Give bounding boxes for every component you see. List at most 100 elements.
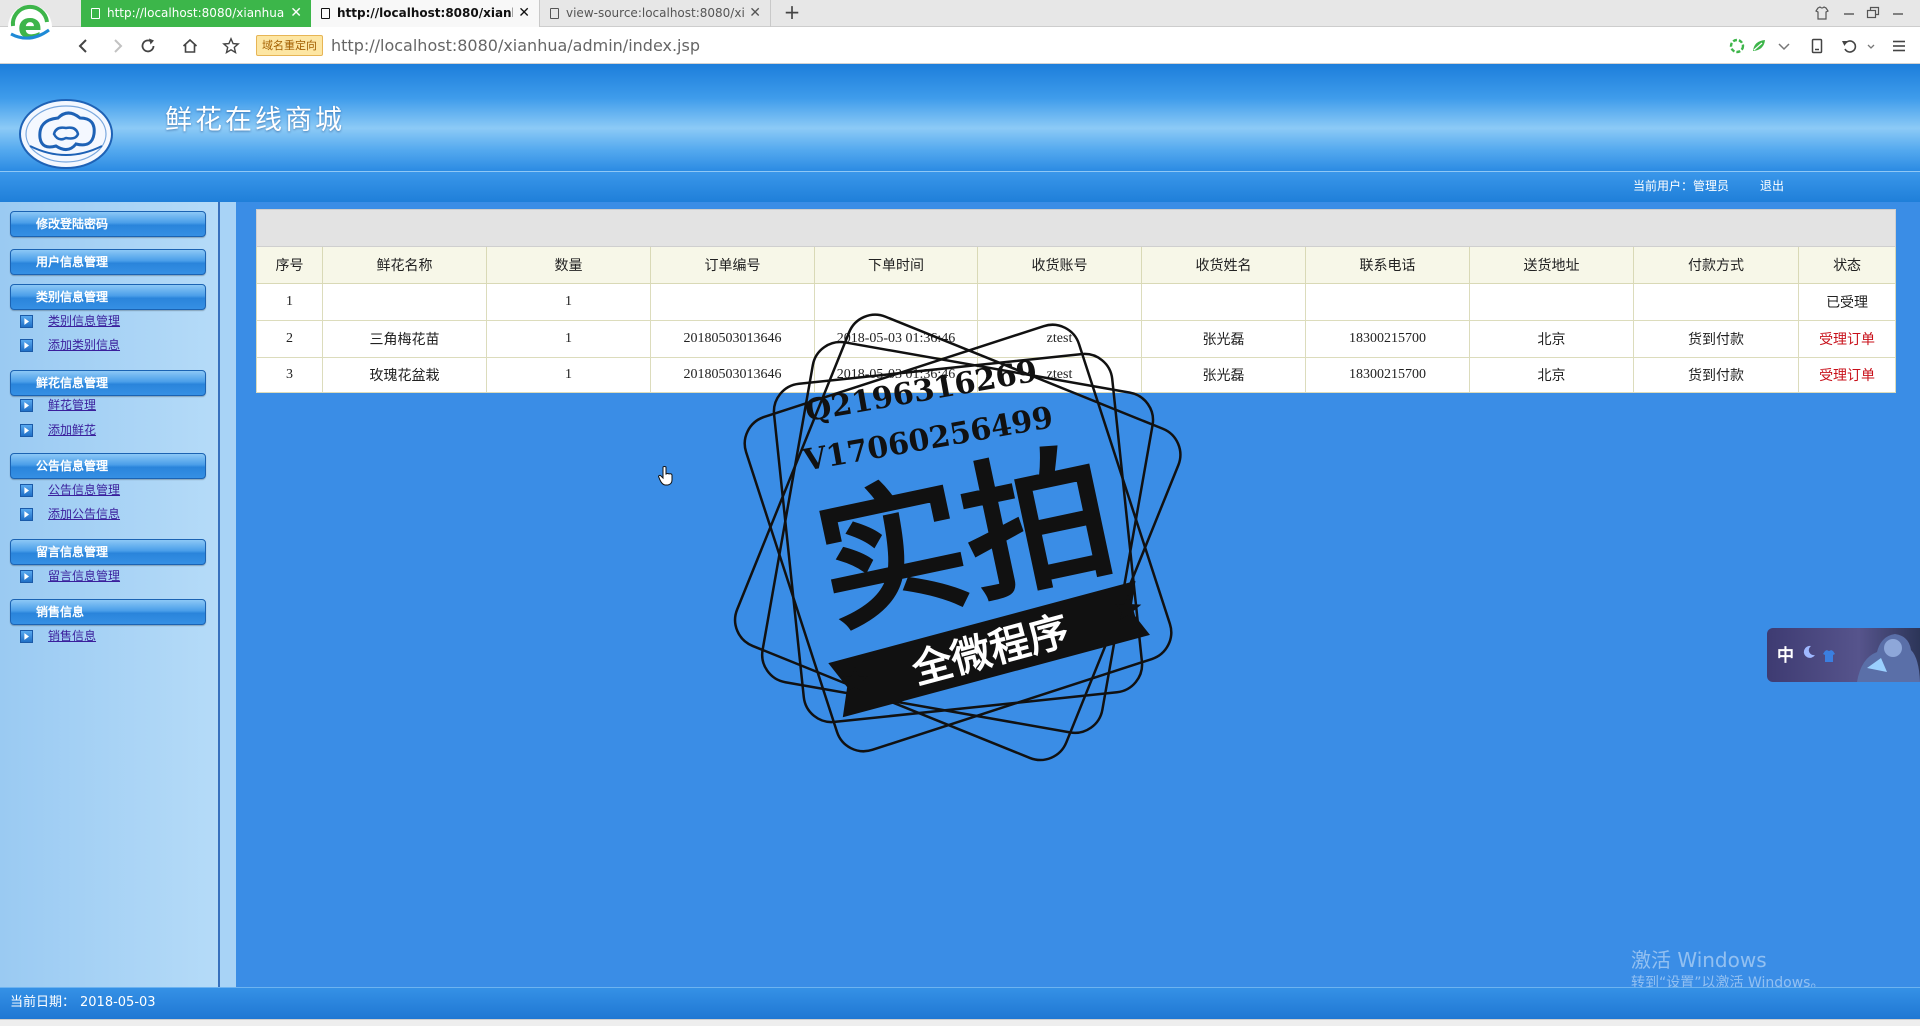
column-header: 付款方式 — [1633, 246, 1799, 284]
browser-address-bar: 域名重定向 http://localhost:8080/xianhua/admi… — [0, 27, 1920, 64]
current-date-label: 当前日期： — [10, 995, 76, 1010]
cell-address — [1469, 283, 1634, 321]
nav-item-label[interactable]: 鲜花管理 — [48, 394, 96, 416]
nav-group-flower-management[interactable]: 鲜花信息管理 — [10, 370, 206, 396]
cell-quantity: 1 — [486, 357, 651, 393]
nav-group-notice-management[interactable]: 公告信息管理 — [10, 453, 206, 479]
cell-quantity: 1 — [486, 283, 651, 321]
cell-phone — [1305, 283, 1470, 321]
nav-item-message-list[interactable]: 留言信息管理 — [0, 565, 218, 587]
user-status-bar: 当前用户：管理员 退出 — [0, 171, 1920, 202]
nav-item-label[interactable]: 添加公告信息 — [48, 503, 120, 525]
logout-link[interactable]: 退出 — [1760, 172, 1784, 201]
undo-menu-chevron-icon[interactable] — [1862, 37, 1880, 55]
url-input[interactable]: http://localhost:8080/xianhua/admin/inde… — [331, 27, 700, 64]
nav-item-label[interactable]: 公告信息管理 — [48, 479, 120, 501]
nav-item-label[interactable]: 添加类别信息 — [48, 334, 120, 356]
nav-item-notice-list[interactable]: 公告信息管理 — [0, 479, 218, 501]
tab-title: http://localhost:8080/xianh — [337, 6, 513, 20]
ime-mode-toggle[interactable]: 中 — [1777, 641, 1794, 666]
site-header: 鲜花在线商城 — [0, 64, 1920, 171]
nav-item-flower-add[interactable]: 添加鲜花 — [0, 419, 218, 441]
nav-item-notice-add[interactable]: 添加公告信息 — [0, 503, 218, 525]
hand-cursor-icon — [657, 466, 673, 486]
chevron-down-icon[interactable] — [1775, 37, 1793, 55]
nav-item-category-list[interactable]: 类别信息管理 — [0, 310, 218, 332]
nav-group-user-management[interactable]: 用户信息管理 — [10, 249, 206, 275]
column-header: 联系电话 — [1305, 246, 1470, 284]
nav-item-sales-info[interactable]: 销售信息 — [0, 625, 218, 647]
cell-flower-name: 玫瑰花盆栽 — [322, 357, 487, 393]
cell-index: 1 — [256, 283, 323, 321]
security-icon[interactable] — [1728, 37, 1746, 55]
menu-icon[interactable] — [1890, 37, 1908, 55]
page-icon — [550, 8, 559, 19]
page-icon — [321, 8, 330, 19]
redirect-badge[interactable]: 域名重定向 — [256, 35, 323, 56]
column-header: 序号 — [256, 246, 323, 284]
forward-icon[interactable] — [108, 37, 126, 55]
nav-group-category-management[interactable]: 类别信息管理 — [10, 284, 206, 310]
skin-icon[interactable] — [1813, 4, 1831, 22]
nav-group-message-management[interactable]: 留言信息管理 — [10, 539, 206, 565]
minimize-icon[interactable] — [1840, 4, 1858, 22]
column-header: 下单时间 — [814, 246, 978, 284]
arrow-bullet-icon — [20, 570, 33, 583]
cell-phone: 18300215700 — [1305, 357, 1470, 393]
bookmark-icon[interactable] — [1808, 37, 1826, 55]
nav-item-flower-list[interactable]: 鲜花管理 — [0, 394, 218, 416]
home-icon[interactable] — [181, 37, 199, 55]
restore-icon[interactable] — [1864, 4, 1882, 22]
windows-activation-title: 激活 Windows — [1631, 948, 1767, 972]
undo-icon[interactable] — [1840, 37, 1858, 55]
browser-tab-3[interactable]: view-source:localhost:8080/xi ✕ — [540, 0, 771, 27]
sidebar-splitter[interactable] — [218, 202, 236, 987]
table-header-row: 序号 鲜花名称 数量 订单编号 下单时间 收货账号 收货姓名 联系电话 送货地址… — [256, 246, 1897, 284]
accept-order-link[interactable]: 受理订单 — [1797, 357, 1897, 393]
browser-tab-2[interactable]: http://localhost:8080/xianh ✕ — [311, 0, 540, 27]
cell-flower-name: 三角梅花苗 — [322, 320, 487, 358]
tab-close-icon[interactable]: ✕ — [518, 0, 530, 27]
skin-icon[interactable] — [1821, 648, 1837, 664]
column-header: 收货姓名 — [1141, 246, 1306, 284]
nav-item-label[interactable]: 留言信息管理 — [48, 565, 120, 587]
nav-item-label[interactable]: 添加鲜花 — [48, 419, 96, 441]
arrow-bullet-icon — [20, 484, 33, 497]
moon-icon[interactable] — [1801, 644, 1817, 660]
ime-skin-character-image — [1857, 634, 1920, 682]
cell-flower-name — [322, 283, 487, 321]
nav-item-label[interactable]: 类别信息管理 — [48, 310, 120, 332]
cell-payment: 货到付款 — [1633, 357, 1799, 393]
footer-bar: 当前日期： 2018-05-03 — [0, 987, 1920, 1019]
arrow-bullet-icon — [20, 399, 33, 412]
cell-status: 已受理 — [1797, 283, 1897, 321]
current-user-label: 当前用户：管理员 — [1633, 179, 1730, 193]
new-tab-button[interactable]: + — [782, 0, 802, 27]
browser-tab-bar: http://localhost:8080/xianhua ✕ http://l… — [0, 0, 1920, 27]
tab-close-icon[interactable]: ✕ — [290, 0, 302, 27]
site-logo-icon — [19, 99, 113, 169]
svg-text:e: e — [18, 6, 42, 47]
nav-item-label[interactable]: 销售信息 — [48, 625, 96, 647]
watermark-stamp: Q2196316269 V17060256499 实拍 全微程序 — [733, 313, 1182, 762]
site-title: 鲜花在线商城 — [165, 105, 345, 136]
speed-icon[interactable] — [1750, 37, 1768, 55]
tab-close-icon[interactable]: ✕ — [749, 0, 761, 27]
ime-toolbar[interactable]: 中 — [1767, 628, 1920, 682]
column-header: 送货地址 — [1469, 246, 1634, 284]
cell-index: 2 — [256, 320, 323, 358]
star-icon[interactable] — [222, 37, 240, 55]
browser-status-bar — [0, 1019, 1920, 1026]
close-icon[interactable] — [1889, 4, 1907, 22]
accept-order-link[interactable]: 受理订单 — [1797, 320, 1897, 358]
table-caption-cell — [255, 209, 1897, 247]
nav-group-sales[interactable]: 销售信息 — [10, 599, 206, 625]
refresh-icon[interactable] — [139, 37, 157, 55]
page-icon — [91, 8, 100, 19]
cell-payment — [1633, 283, 1799, 321]
browser-tab-1[interactable]: http://localhost:8080/xianhua ✕ — [81, 0, 311, 27]
cell-phone: 18300215700 — [1305, 320, 1470, 358]
nav-group-change-password[interactable]: 修改登陆密码 — [10, 211, 206, 237]
nav-item-category-add[interactable]: 添加类别信息 — [0, 334, 218, 356]
back-icon[interactable] — [75, 37, 93, 55]
